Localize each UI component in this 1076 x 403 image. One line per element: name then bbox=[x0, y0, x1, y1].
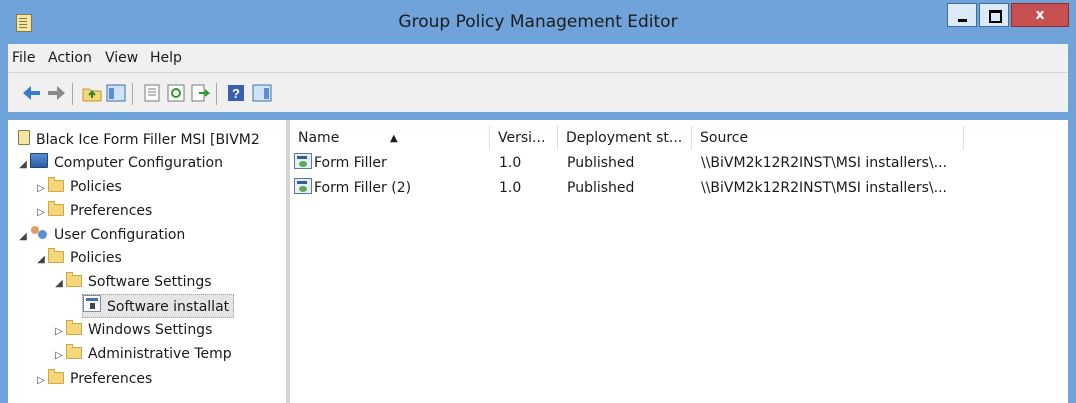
doc-icon bbox=[18, 130, 30, 145]
tree-item-gpo-root[interactable]: Black Ice Form Filler MSI [BIVM2 bbox=[18, 129, 260, 151]
tree-item-software-settings[interactable]: ◢ Software Settings bbox=[52, 271, 212, 293]
tree-item-label: User Configuration bbox=[54, 227, 186, 243]
minimize-button[interactable] bbox=[947, 3, 977, 27]
source-cell: \\BiVM2k12R2INST\MSI installers\... bbox=[701, 180, 947, 196]
tree-item-software-installation[interactable]: Software installat bbox=[82, 294, 235, 318]
computer-icon bbox=[30, 153, 48, 168]
tree-item-computer-configuration[interactable]: ◢ Computer Configuration bbox=[16, 152, 223, 174]
toolbar-separator bbox=[72, 83, 73, 105]
package-list: Name ▲ Versi... Deployment st... Source … bbox=[290, 120, 1068, 403]
svg-text:?: ? bbox=[232, 86, 240, 101]
tree-item-label: Administrative Temp bbox=[88, 346, 232, 362]
window-title: Group Policy Management Editor bbox=[398, 12, 678, 32]
tree-item-label: Policies bbox=[70, 179, 122, 195]
deployment-cell: Published bbox=[567, 155, 635, 171]
menu-file[interactable]: File bbox=[12, 50, 35, 66]
collapse-arrow-icon[interactable]: ▷ bbox=[34, 202, 48, 224]
package-icon bbox=[294, 153, 312, 169]
package-name: Form Filler bbox=[314, 155, 387, 171]
toolbar: ? bbox=[8, 72, 1068, 112]
folder-icon bbox=[48, 369, 64, 384]
sort-ascending-icon: ▲ bbox=[390, 133, 398, 144]
tree-item-label: Software installat bbox=[107, 299, 230, 315]
up-folder-icon[interactable] bbox=[82, 83, 102, 103]
folder-icon bbox=[48, 248, 64, 263]
package-icon bbox=[294, 178, 312, 194]
refresh-icon[interactable] bbox=[166, 83, 186, 103]
table-row[interactable]: Form Filler (2) 1.0 Published \\BiVM2k12… bbox=[294, 177, 1034, 199]
tree-item-computer-policies[interactable]: ▷ Policies bbox=[34, 176, 122, 198]
toolbar-separator bbox=[132, 83, 133, 105]
content-area: Black Ice Form Filler MSI [BIVM2 ◢ Comput… bbox=[8, 120, 1068, 403]
table-row[interactable]: Form Filler 1.0 Published \\BiVM2k12R2IN… bbox=[294, 152, 1034, 174]
collapse-arrow-icon[interactable]: ▷ bbox=[52, 345, 66, 367]
menu-view[interactable]: View bbox=[105, 50, 138, 66]
tree-item-label: Preferences bbox=[70, 371, 153, 387]
window: Group Policy Management Editor x File Ac… bbox=[0, 0, 1076, 403]
collapse-arrow-icon[interactable]: ▷ bbox=[34, 178, 48, 200]
tree-item-label: Preferences bbox=[70, 203, 153, 219]
tree-item-user-preferences[interactable]: ▷ Preferences bbox=[34, 368, 152, 390]
column-header-version[interactable]: Versi... bbox=[490, 126, 558, 150]
deployment-cell: Published bbox=[567, 180, 635, 196]
tree-item-user-configuration[interactable]: ◢ User Configuration bbox=[16, 224, 185, 246]
show-hide-tree-icon[interactable] bbox=[106, 83, 126, 103]
folder-icon bbox=[66, 344, 82, 359]
folder-icon bbox=[48, 177, 64, 192]
title-bar[interactable]: Group Policy Management Editor x bbox=[0, 0, 1076, 44]
tree-item-label: Computer Configuration bbox=[54, 155, 223, 171]
version-cell: 1.0 bbox=[499, 155, 522, 171]
close-button[interactable]: x bbox=[1011, 3, 1069, 27]
expand-arrow-icon[interactable]: ◢ bbox=[52, 273, 66, 295]
tree-item-label: Policies bbox=[70, 250, 122, 266]
folder-icon bbox=[66, 272, 82, 287]
column-header-source[interactable]: Source bbox=[692, 126, 964, 150]
collapse-arrow-icon[interactable]: ▷ bbox=[34, 370, 48, 392]
console-tree: Black Ice Form Filler MSI [BIVM2 ◢ Comput… bbox=[8, 120, 290, 403]
expand-arrow-icon[interactable]: ◢ bbox=[34, 249, 48, 271]
forward-arrow-icon[interactable] bbox=[46, 83, 66, 103]
show-hide-action-pane-icon[interactable] bbox=[252, 83, 272, 103]
name-cell: Form Filler bbox=[294, 152, 490, 174]
package-name: Form Filler (2) bbox=[314, 180, 412, 196]
tree-item-administrative-templates[interactable]: ▷ Administrative Temp bbox=[52, 343, 232, 365]
expand-arrow-icon[interactable]: ◢ bbox=[16, 154, 30, 176]
version-cell: 1.0 bbox=[499, 180, 522, 196]
menu-help[interactable]: Help bbox=[150, 50, 182, 66]
column-header-label: Name bbox=[298, 130, 340, 146]
back-arrow-icon[interactable] bbox=[22, 83, 42, 103]
tree-item-label: Software Settings bbox=[88, 274, 212, 290]
tree-item-label: Black Ice Form Filler MSI [BIVM2 bbox=[36, 132, 260, 148]
maximize-button[interactable] bbox=[979, 3, 1009, 27]
menu-action[interactable]: Action bbox=[48, 50, 92, 66]
expand-arrow-icon[interactable]: ◢ bbox=[16, 226, 30, 248]
export-list-icon[interactable] bbox=[190, 83, 210, 103]
column-header-name[interactable]: Name ▲ bbox=[290, 126, 490, 150]
name-cell: Form Filler (2) bbox=[294, 177, 490, 199]
users-icon bbox=[30, 225, 48, 240]
tree-item-user-policies[interactable]: ◢ Policies bbox=[34, 247, 122, 269]
collapse-arrow-icon[interactable]: ▷ bbox=[52, 321, 66, 343]
menu-bar: File Action View Help bbox=[8, 44, 1068, 72]
folder-icon bbox=[66, 320, 82, 335]
tree-item-label: Windows Settings bbox=[88, 322, 213, 338]
toolbar-separator bbox=[216, 83, 217, 105]
source-cell: \\BiVM2k12R2INST\MSI installers\... bbox=[701, 155, 947, 171]
help-icon[interactable]: ? bbox=[226, 83, 246, 103]
tree-item-computer-preferences[interactable]: ▷ Preferences bbox=[34, 200, 152, 222]
software-installation-icon bbox=[83, 295, 101, 312]
folder-icon bbox=[48, 201, 64, 216]
column-header-deployment-state[interactable]: Deployment st... bbox=[558, 126, 692, 150]
properties-icon[interactable] bbox=[142, 83, 162, 103]
tree-item-windows-settings[interactable]: ▷ Windows Settings bbox=[52, 319, 212, 341]
